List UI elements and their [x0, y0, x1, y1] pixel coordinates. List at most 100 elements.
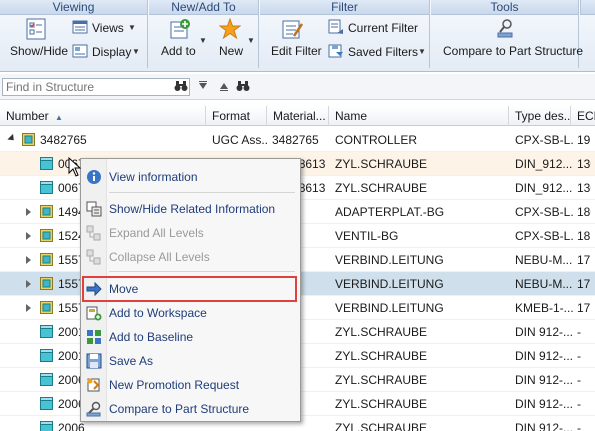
new-star-icon — [219, 18, 241, 40]
context-menu: View information Show/Hide Related Inform… — [80, 158, 301, 422]
cell-type: CPX-SB-L... — [515, 229, 573, 243]
find-in-structure-input[interactable] — [2, 78, 190, 96]
assembly-icon — [40, 301, 53, 314]
tree-expand-icon[interactable] — [26, 232, 31, 240]
cell-ecn: 180 — [577, 205, 591, 219]
compare-icon — [497, 19, 513, 38]
current-filter-button[interactable]: Current Filter — [326, 18, 426, 38]
column-header-ecn[interactable]: ECN — [571, 106, 595, 126]
menu-item-add-to-baseline[interactable]: Add to Baseline — [81, 325, 300, 349]
assembly-icon — [40, 205, 53, 218]
views-button[interactable]: Views ▼ — [72, 18, 144, 38]
workspace-icon — [86, 306, 102, 321]
cell-name: ADAPTERPLAT.-BG — [335, 205, 445, 219]
cell-ecn: - — [577, 397, 581, 411]
saved-filters-button[interactable]: Saved Filters ▼ — [326, 42, 426, 62]
column-header-number[interactable]: Number ▲ — [0, 106, 206, 126]
menu-item-label: Add to Workspace — [109, 306, 207, 320]
cell-name: VERBIND.LEITUNG — [335, 301, 444, 315]
structure-search-bar — [0, 74, 595, 100]
views-label: Views — [92, 21, 124, 35]
assembly-icon — [22, 133, 35, 146]
part-icon — [40, 421, 53, 431]
cell-name: ZYL.SCHRAUBE — [335, 349, 428, 363]
column-header-type-designation[interactable]: Type des... — [509, 106, 571, 126]
related-info-icon — [86, 201, 102, 217]
tree-expand-icon[interactable] — [26, 208, 31, 216]
compare-to-part-structure-button[interactable]: Compare to Part Structure — [435, 16, 583, 64]
edit-filter-icon — [282, 20, 304, 39]
current-filter-icon — [328, 19, 343, 34]
ribbon-group-tools: Tools Compare to Part Structure — [431, 0, 583, 68]
menu-item-label: Save As — [109, 354, 154, 368]
assembly-icon — [40, 277, 53, 290]
collapse-levels-icon — [86, 249, 101, 265]
ribbon-group-title: Viewing — [0, 0, 147, 15]
tree-expand-icon[interactable] — [26, 304, 31, 312]
column-label: Name — [335, 109, 368, 123]
chevron-down-icon: ▼ — [132, 47, 140, 56]
menu-item-label: Add to Baseline — [109, 330, 194, 344]
menu-item-label: Move — [109, 282, 139, 296]
display-button[interactable]: Display ▼ — [72, 42, 144, 62]
cell-number: 3482765 — [40, 133, 87, 147]
find-next-icon[interactable] — [219, 81, 229, 94]
menu-item-collapse-all-levels: Collapse All Levels — [81, 245, 300, 269]
display-label: Display — [92, 45, 132, 59]
cell-type: NEBU-M... — [515, 277, 573, 291]
part-icon — [40, 325, 53, 338]
ribbon-overflow — [580, 0, 595, 68]
menu-item-new-promotion-request[interactable]: New Promotion Request — [81, 373, 300, 397]
menu-item-show-hide-related-information[interactable]: Show/Hide Related Information — [81, 197, 300, 221]
cell-ecn: 172 — [577, 277, 591, 291]
cell-type: DIN 912-... — [515, 397, 573, 411]
cell-type: DIN 912-... — [515, 349, 573, 363]
chevron-down-icon: ▼ — [199, 36, 207, 45]
menu-item-label: Show/Hide Related Information — [109, 202, 276, 216]
cell-name: CONTROLLER — [335, 133, 418, 147]
ribbon-group-new-add-to: New/Add To Add to ▼ New ▼ — [149, 0, 259, 68]
cell-name: ZYL.SCHRAUBE — [335, 325, 428, 339]
new-button[interactable]: New ▼ — [207, 16, 255, 64]
part-icon — [40, 349, 53, 362]
menu-item-add-to-workspace[interactable]: Add to Workspace — [81, 301, 300, 325]
chevron-down-icon: ▼ — [418, 47, 426, 56]
menu-item-expand-all-levels: Expand All Levels — [81, 221, 300, 245]
menu-item-view-information[interactable]: View information — [81, 165, 300, 189]
cell-name: ZYL.SCHRAUBE — [335, 157, 428, 171]
menu-item-move[interactable]: Move — [82, 276, 297, 302]
new-label: New — [219, 44, 244, 58]
saved-filters-icon — [328, 44, 343, 58]
find-all-binoculars-icon[interactable] — [236, 80, 250, 95]
column-label: ECN — [577, 109, 595, 123]
binoculars-icon[interactable] — [174, 80, 188, 95]
cell-type: DIN_912... — [515, 157, 573, 171]
current-filter-label: Current Filter — [348, 21, 419, 35]
cell-ecn: 172 — [577, 301, 591, 315]
menu-item-compare-to-part-structure[interactable]: Compare to Part Structure — [81, 397, 300, 421]
menu-separator — [109, 271, 295, 272]
part-icon — [40, 373, 53, 386]
tree-expand-icon[interactable] — [26, 256, 31, 264]
cell-name: VENTIL-BG — [335, 229, 399, 243]
menu-item-save-as[interactable]: Save As — [81, 349, 300, 373]
cell-type: DIN 912-... — [515, 325, 573, 339]
add-to-button[interactable]: Add to ▼ — [153, 16, 207, 64]
find-previous-icon[interactable] — [198, 81, 208, 94]
tree-expand-icon[interactable] — [26, 280, 31, 288]
column-header-format[interactable]: Format — [206, 106, 267, 126]
edit-filter-button[interactable]: Edit Filter — [264, 16, 322, 64]
part-icon — [40, 157, 53, 170]
edit-filter-label: Edit Filter — [271, 44, 322, 58]
table-row[interactable]: 3482765 UGC Ass... 3482765 CONTROLLER CPX-SB… — [0, 128, 595, 152]
move-arrow-icon — [86, 281, 102, 297]
ribbon-group-title-overflow — [580, 0, 595, 15]
menu-separator — [109, 192, 295, 193]
ribbon-group-title: Tools — [431, 0, 578, 15]
show-hide-button[interactable]: Show/Hide — [4, 16, 68, 64]
tree-collapse-icon[interactable] — [7, 133, 17, 144]
column-header-material[interactable]: Material... — [267, 106, 329, 126]
column-header-name[interactable]: Name — [329, 106, 509, 126]
display-icon — [72, 44, 88, 58]
ribbon-group-title: Filter — [260, 0, 429, 15]
